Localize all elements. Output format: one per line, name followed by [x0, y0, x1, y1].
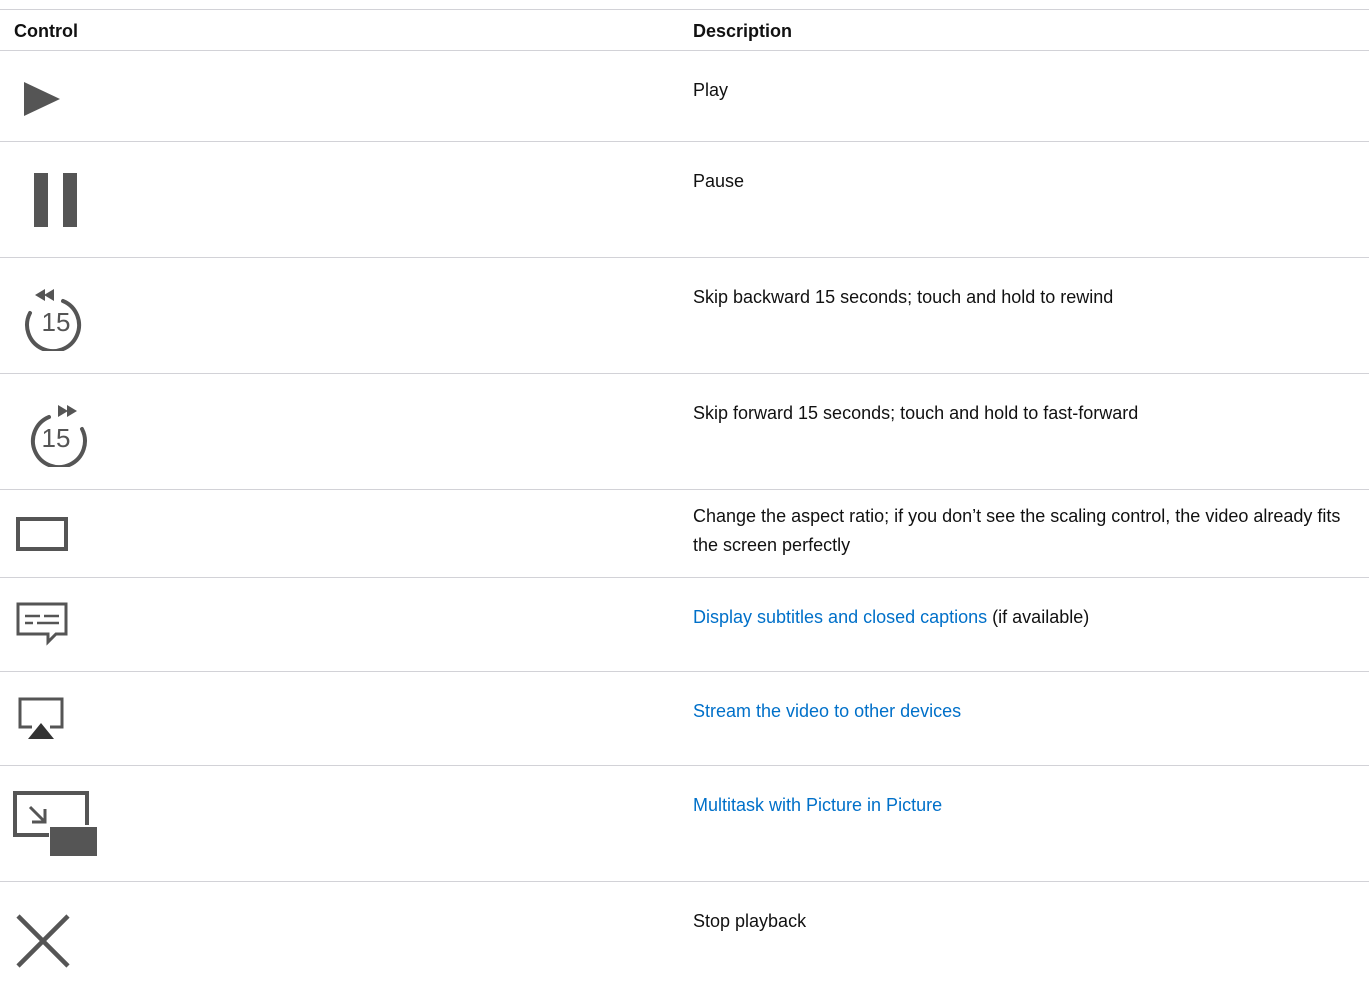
picture-in-picture-icon: [13, 791, 99, 857]
description-column-header: Description: [693, 21, 793, 41]
aspect-ratio-icon: [16, 517, 68, 551]
table-row: Stop playback: [0, 881, 1369, 989]
control-column-header: Control: [14, 21, 78, 41]
description-suffix: (if available): [987, 607, 1090, 627]
description-text: Pause: [693, 171, 745, 191]
skip-backward-seconds-label: 15: [42, 307, 71, 337]
table-row: 15 Skip backward 15 seconds; touch and h…: [0, 257, 1369, 373]
description-text: Play: [693, 80, 729, 100]
skip-forward-15-icon: 15: [24, 399, 88, 467]
controls-table: Control Description Play Pause 15 Skip b…: [0, 9, 1369, 989]
description-text: Display subtitles and closed captions (i…: [693, 603, 1343, 632]
description-text: Skip backward 15 seconds; touch and hold…: [693, 287, 1114, 307]
table-row: Multitask with Picture in Picture: [0, 765, 1369, 881]
table-row: Stream the video to other devices: [0, 671, 1369, 765]
close-icon: [16, 914, 70, 968]
table-row: Change the aspect ratio; if you don’t se…: [0, 489, 1369, 577]
description-text: Change the aspect ratio; if you don’t se…: [693, 506, 1341, 555]
table-row: 15 Skip forward 15 seconds; touch and ho…: [0, 373, 1369, 489]
table-row: Pause: [0, 141, 1369, 257]
airplay-link[interactable]: Stream the video to other devices: [693, 701, 961, 721]
skip-backward-15-icon: 15: [24, 283, 88, 351]
skip-forward-seconds-label: 15: [42, 423, 71, 453]
description-text: Multitask with Picture in Picture: [693, 791, 1343, 820]
airplay-icon: [18, 697, 66, 741]
description-text: Skip forward 15 seconds; touch and hold …: [693, 403, 1139, 423]
pause-icon: [34, 173, 78, 227]
table-header-row: Control Description: [0, 9, 1369, 50]
table-row: Display subtitles and closed captions (i…: [0, 577, 1369, 671]
play-icon: [24, 80, 62, 118]
subtitles-link[interactable]: Display subtitles and closed captions: [693, 607, 987, 627]
picture-in-picture-link[interactable]: Multitask with Picture in Picture: [693, 795, 942, 815]
table-row: Play: [0, 50, 1369, 141]
subtitles-icon: [16, 602, 68, 646]
description-text: Stream the video to other devices: [693, 697, 1343, 726]
description-text: Stop playback: [693, 911, 807, 931]
